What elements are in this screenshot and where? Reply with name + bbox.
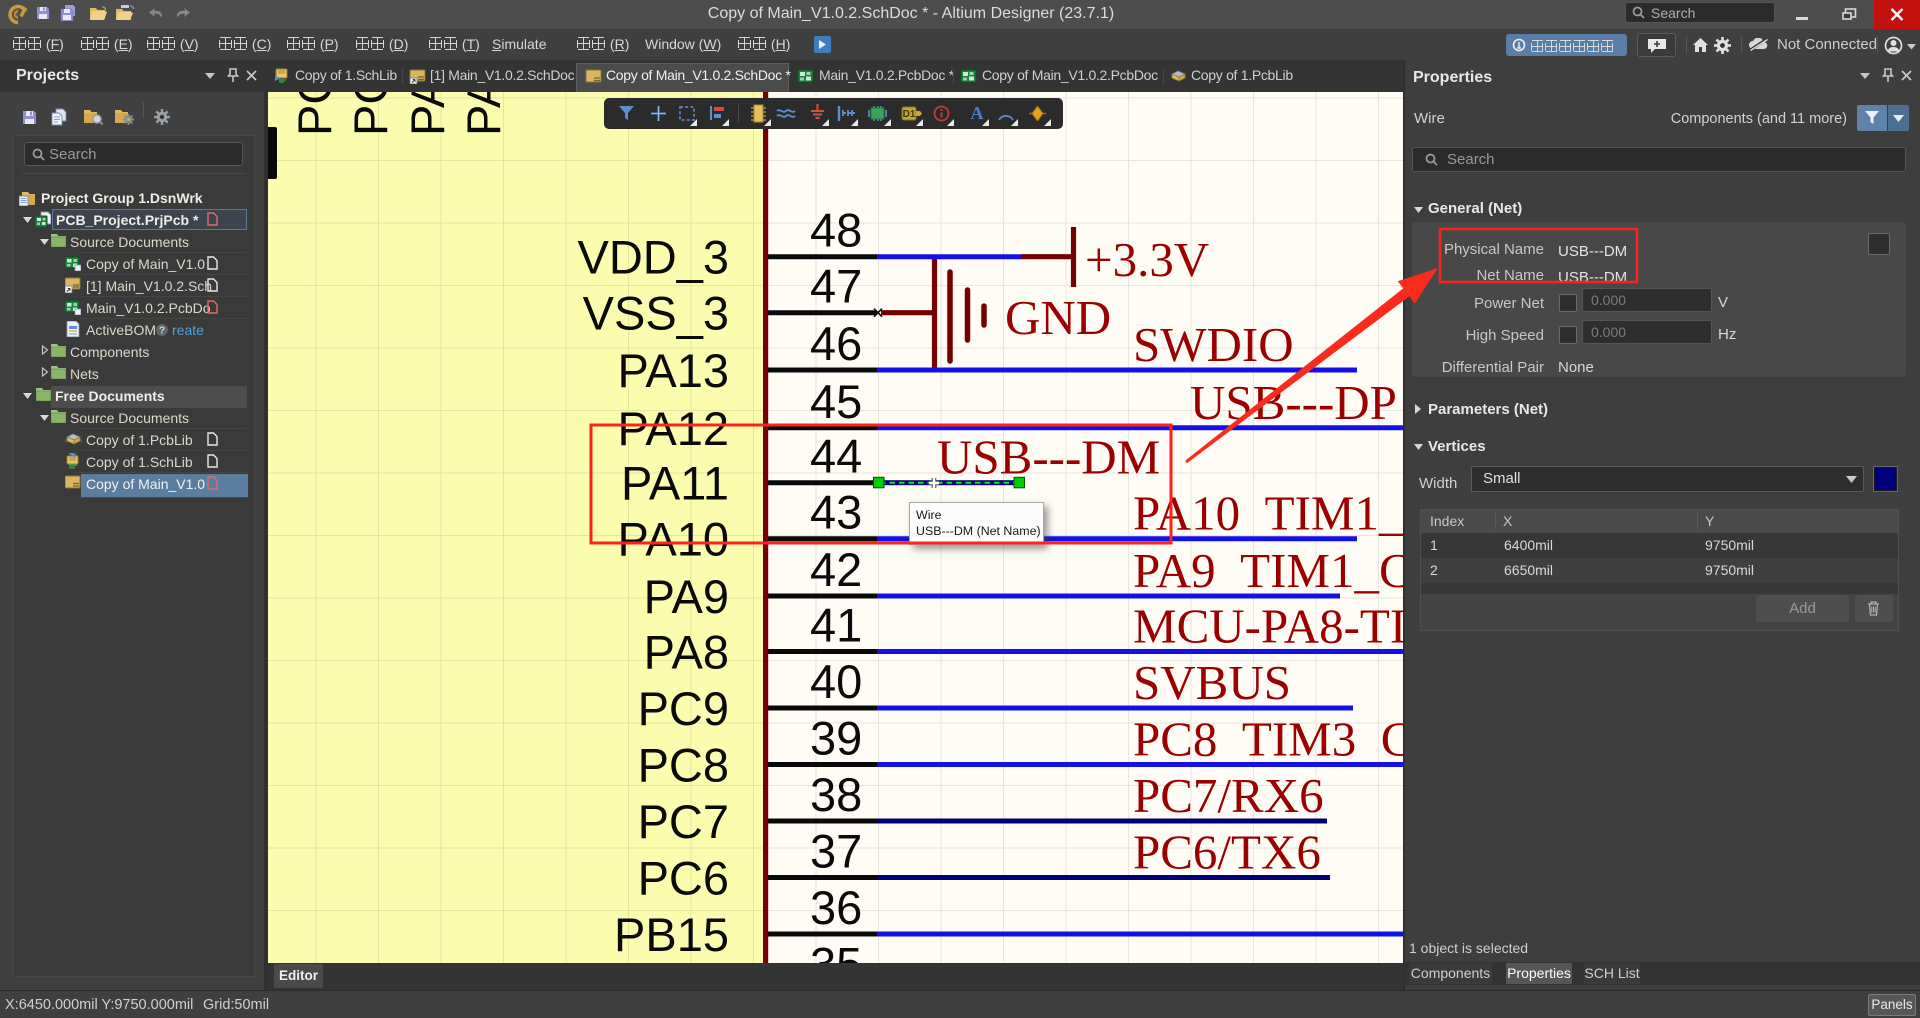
svg-text:36: 36 bbox=[810, 881, 862, 934]
svg-text:41: 41 bbox=[810, 599, 862, 652]
svg-text:PA12: PA12 bbox=[618, 402, 730, 455]
svg-text:PC6/TX6: PC6/TX6 bbox=[1133, 825, 1321, 880]
svg-text:USB---DM: USB---DM bbox=[937, 430, 1160, 485]
svg-text:40: 40 bbox=[810, 655, 862, 708]
svg-text:SVBUS: SVBUS bbox=[1133, 655, 1291, 710]
svg-text:35: 35 bbox=[810, 937, 862, 963]
svg-text:43: 43 bbox=[810, 486, 862, 539]
svg-text:SWDIO: SWDIO bbox=[1133, 317, 1294, 372]
svg-text:PA8: PA8 bbox=[644, 626, 729, 679]
svg-text:PA11: PA11 bbox=[621, 457, 729, 510]
svg-text:PC8: PC8 bbox=[638, 739, 729, 792]
svg-text:47: 47 bbox=[810, 260, 862, 313]
svg-text:PA3: PA3 bbox=[457, 92, 510, 136]
svg-text:PA10: PA10 bbox=[618, 513, 730, 566]
svg-text:PC14: PC14 bbox=[288, 92, 341, 136]
svg-text:USB---DP: USB---DP bbox=[1190, 375, 1397, 430]
svg-text:PA2: PA2 bbox=[401, 92, 454, 136]
svg-text:?: ? bbox=[159, 326, 165, 337]
svg-text:PC15: PC15 bbox=[344, 92, 397, 136]
svg-text:PC7: PC7 bbox=[638, 795, 729, 848]
svg-text:VDD_3: VDD_3 bbox=[577, 231, 729, 284]
svg-text:44: 44 bbox=[810, 430, 862, 483]
svg-text:PC9: PC9 bbox=[638, 682, 729, 735]
svg-text:42: 42 bbox=[810, 543, 862, 596]
svg-text:GND: GND bbox=[1005, 290, 1111, 345]
svg-text:46: 46 bbox=[810, 317, 862, 370]
svg-text:PA13: PA13 bbox=[618, 344, 730, 397]
svg-text:39: 39 bbox=[810, 712, 862, 765]
svg-text:PA9 TIM1_C: PA9 TIM1_C bbox=[1133, 543, 1403, 598]
svg-text:45: 45 bbox=[810, 375, 862, 428]
svg-text:PA10 TIM1_: PA10 TIM1_ bbox=[1133, 486, 1403, 541]
svg-text:PB15: PB15 bbox=[614, 908, 729, 961]
svg-text:+3.3V: +3.3V bbox=[1085, 232, 1209, 287]
svg-text:37: 37 bbox=[810, 825, 862, 878]
svg-text:48: 48 bbox=[810, 204, 862, 257]
svg-text:PC6: PC6 bbox=[638, 852, 729, 905]
svg-text:VSS_3: VSS_3 bbox=[583, 287, 729, 340]
svg-text:PC7/RX6: PC7/RX6 bbox=[1133, 768, 1324, 823]
svg-text:PC8 TIM3 C: PC8 TIM3 C bbox=[1133, 712, 1403, 767]
svg-text:PA9: PA9 bbox=[644, 570, 729, 623]
svg-text:MCU-PA8-TI: MCU-PA8-TI bbox=[1133, 599, 1403, 654]
svg-text:38: 38 bbox=[810, 768, 862, 821]
